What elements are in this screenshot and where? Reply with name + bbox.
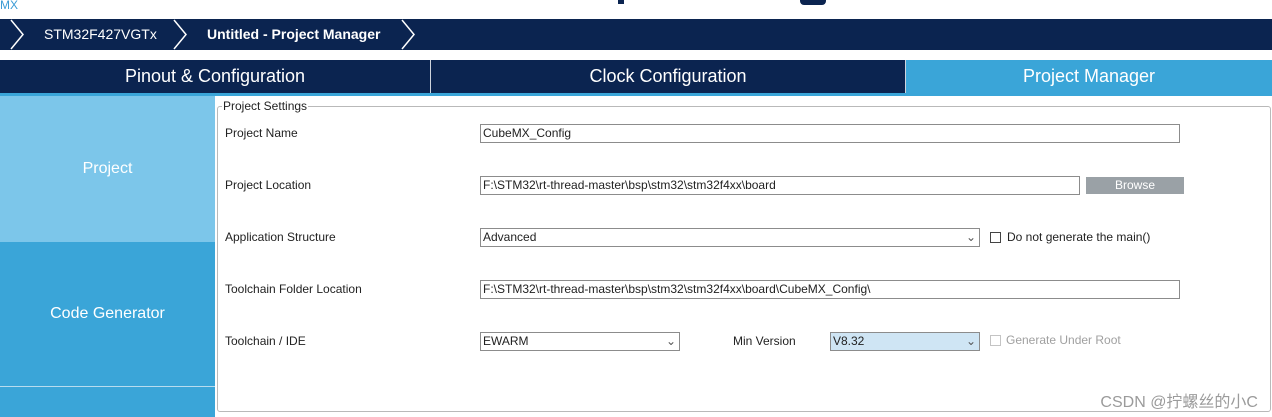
generate-under-root-label: Generate Under Root <box>1006 333 1121 347</box>
min-version-value: V8.32 <box>833 334 865 348</box>
project-name-input[interactable]: CubeMX_Config <box>480 124 1180 143</box>
logo-mark-piece <box>618 0 624 4</box>
chevron-down-icon: ⌄ <box>965 230 976 244</box>
logo-fragment: MX <box>0 0 18 12</box>
logo-mark-piece <box>800 0 826 5</box>
sidebar-item-code-generator[interactable]: Code Generator <box>0 242 215 387</box>
watermark: CSDN @拧螺丝的小C <box>1100 394 1258 411</box>
toolchain-ide-value: EWARM <box>483 334 529 348</box>
breadcrumb-item-project[interactable]: Untitled - Project Manager <box>207 19 380 50</box>
chevron-right-icon <box>401 19 415 50</box>
application-structure-select[interactable]: Advanced ⌄ <box>480 228 980 247</box>
min-version-select[interactable]: V8.32 ⌄ <box>830 332 980 351</box>
sidebar: Project Code Generator <box>0 96 215 417</box>
chevron-right-icon <box>10 19 24 50</box>
chevron-down-icon: ⌄ <box>665 334 676 348</box>
application-structure-value: Advanced <box>483 230 537 244</box>
browse-button[interactable]: Browse <box>1086 177 1184 194</box>
toolchain-ide-select[interactable]: EWARM ⌄ <box>480 332 680 351</box>
project-settings-legend: Project Settings <box>222 99 309 113</box>
application-structure-label: Application Structure <box>225 230 336 244</box>
chevron-down-icon: ⌄ <box>965 334 976 348</box>
tab-project-manager[interactable]: Project Manager <box>906 60 1272 93</box>
project-name-label: Project Name <box>225 126 298 140</box>
tab-pinout-configuration[interactable]: Pinout & Configuration <box>0 60 430 93</box>
project-location-input[interactable]: F:\STM32\rt-thread-master\bsp\stm32\stm3… <box>480 176 1080 195</box>
breadcrumb: STM32F427VGTx Untitled - Project Manager <box>0 19 1272 50</box>
top-strip: MX <box>0 0 1272 19</box>
generate-under-root-checkbox[interactable] <box>990 335 1001 346</box>
no-main-checkbox-label: Do not generate the main() <box>1007 230 1151 244</box>
min-version-label: Min Version <box>733 334 796 348</box>
project-location-label: Project Location <box>225 178 312 192</box>
project-settings-group <box>217 106 1271 412</box>
main-tabs: Pinout & Configuration Clock Configurati… <box>0 60 1272 93</box>
chevron-right-icon <box>173 19 187 50</box>
toolchain-folder-input[interactable]: F:\STM32\rt-thread-master\bsp\stm32\stm3… <box>480 280 1180 299</box>
toolchain-folder-label: Toolchain Folder Location <box>225 282 362 296</box>
breadcrumb-item-device[interactable]: STM32F427VGTx <box>44 19 157 50</box>
toolchain-ide-label: Toolchain / IDE <box>225 334 306 348</box>
no-main-checkbox[interactable] <box>990 232 1001 243</box>
sidebar-item-project[interactable]: Project <box>0 96 215 242</box>
tab-clock-configuration[interactable]: Clock Configuration <box>431 60 905 93</box>
